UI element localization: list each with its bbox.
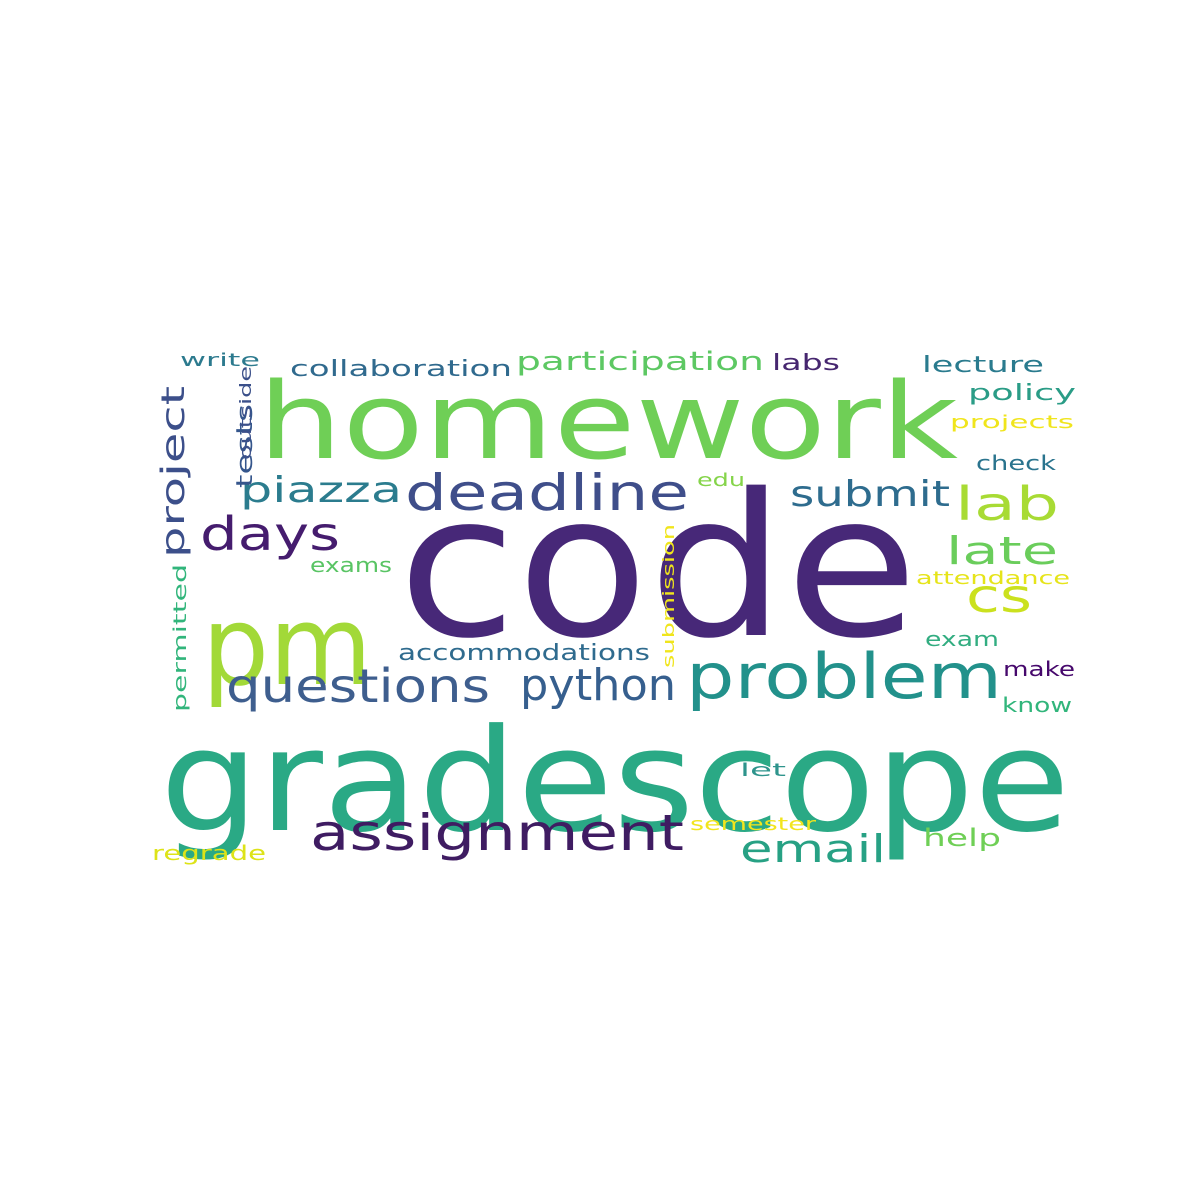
word-check: check — [976, 451, 1057, 475]
word-lecture: lecture — [922, 353, 1044, 378]
word-lab: lab — [955, 477, 1059, 531]
word-labs: labs — [772, 351, 840, 376]
word-piazza: piazza — [240, 470, 402, 511]
word-project: project — [154, 386, 192, 558]
word-deadline: deadline — [405, 464, 689, 522]
word-assignment: assignment — [310, 804, 684, 862]
word-participation: participation — [516, 347, 764, 377]
word-cloud: codegradescopehomeworkpm problemassignmen… — [152, 347, 1076, 871]
word-collaboration: collaboration — [290, 357, 512, 382]
word-exam: exam — [925, 627, 999, 651]
word-accommodations: accommodations — [398, 641, 650, 666]
word-permitted: permitted — [170, 564, 191, 712]
word-semester: semester — [690, 814, 817, 835]
word-python: python — [520, 660, 676, 711]
word-projects: projects — [950, 412, 1074, 433]
word-make: make — [1003, 657, 1075, 681]
word-late: late — [946, 529, 1058, 573]
word-questions: questions — [226, 659, 490, 713]
word-know: know — [1002, 693, 1072, 717]
word-cloud-words: codegradescopehomeworkpm problemassignmen… — [152, 347, 1076, 871]
word-policy: policy — [968, 381, 1076, 406]
word-submission: submission — [659, 524, 678, 668]
word-help: help — [923, 824, 1001, 852]
word-regrade: regrade — [152, 841, 266, 865]
word-exams: exams — [310, 553, 392, 577]
word-let: let — [740, 760, 786, 781]
word-attendance: attendance — [916, 568, 1070, 589]
word-submit: submit — [790, 474, 950, 515]
word-edu: edu — [697, 470, 745, 491]
word-outside: outside — [236, 366, 255, 460]
